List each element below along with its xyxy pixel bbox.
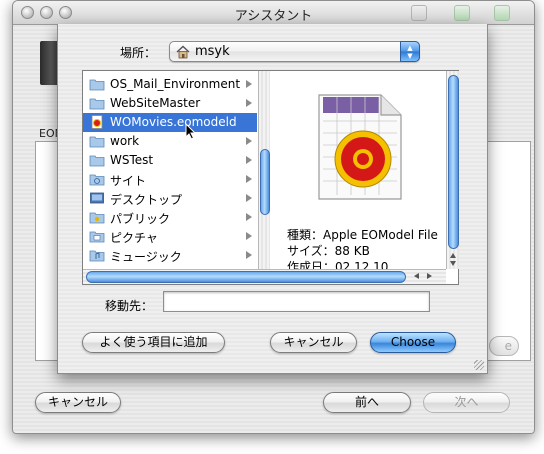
- open-file-sheet: 場所： msyk ▲ ▼ OS_Mail_Environment WebSiteM…: [57, 24, 488, 374]
- add-item-icon: [494, 5, 510, 21]
- horizontal-scrollbar[interactable]: [83, 269, 446, 284]
- eomodel-file-icon: [91, 115, 103, 129]
- resize-grip-icon[interactable]: [474, 360, 484, 370]
- file-info: 種類：Apple EOModel File サイズ：88 KB 作成日：02.1…: [287, 227, 438, 275]
- choose-button[interactable]: Choose: [370, 332, 456, 353]
- scroll-up-arrow-icon[interactable]: [450, 253, 456, 258]
- list-item[interactable]: ミュージック: [83, 246, 257, 265]
- preview-column: 種類：Apple EOModel File サイズ：88 KB 作成日：02.1…: [271, 71, 446, 274]
- list-item[interactable]: サイト: [83, 170, 257, 189]
- desktop-folder-icon: [90, 192, 104, 204]
- scroll-right-arrow-icon[interactable]: [427, 273, 432, 279]
- pictures-folder-icon: [89, 231, 105, 243]
- destination-field[interactable]: [163, 291, 430, 312]
- list-item-selected[interactable]: WOMovies.eomodeld: [83, 113, 257, 132]
- disclosure-arrow-icon: [246, 251, 252, 259]
- file-browser: OS_Mail_Environment WebSiteMaster WOMovi…: [82, 70, 459, 285]
- public-folder-icon: [89, 212, 105, 224]
- popup-arrows-icon: ▲ ▼: [400, 41, 420, 62]
- title-bar: アシスタント: [13, 1, 534, 25]
- mouse-cursor-icon: [185, 123, 197, 140]
- disclosure-arrow-icon: [246, 213, 252, 221]
- back-button[interactable]: 前へ: [323, 392, 411, 413]
- list-item[interactable]: work: [83, 132, 257, 151]
- folder-icon: [89, 79, 105, 91]
- list-item[interactable]: デスクトップ: [83, 189, 257, 208]
- disclosure-arrow-icon: [246, 194, 252, 202]
- scroll-thumb[interactable]: [448, 75, 459, 249]
- eomodel-document-icon: [318, 94, 402, 200]
- scroll-thumb[interactable]: [260, 149, 270, 215]
- add-item-icon: [454, 5, 470, 21]
- file-size: サイズ：88 KB: [287, 244, 370, 258]
- disclosure-arrow-icon: [246, 156, 252, 164]
- list-item[interactable]: WebSiteMaster: [83, 94, 257, 113]
- location-value: msyk: [195, 44, 230, 59]
- folder-icon: [89, 98, 105, 110]
- list-item[interactable]: WSTest: [83, 151, 257, 170]
- next-button[interactable]: 次へ: [423, 392, 510, 413]
- list-item[interactable]: OS_Mail_Environment: [83, 75, 257, 94]
- disclosure-arrow-icon: [246, 232, 252, 240]
- file-list-scrollbar[interactable]: [258, 71, 270, 269]
- file-list-column: OS_Mail_Environment WebSiteMaster WOMovi…: [83, 71, 269, 269]
- list-item[interactable]: ピクチャ: [83, 227, 257, 246]
- location-popup[interactable]: msyk ▲ ▼: [169, 41, 420, 62]
- partial-button[interactable]: e: [489, 336, 519, 356]
- scroll-down-arrow-icon[interactable]: [450, 261, 456, 266]
- disclosure-arrow-icon: [246, 99, 252, 107]
- home-icon: [176, 45, 190, 59]
- file-kind: 種類：Apple EOModel File: [287, 228, 438, 242]
- list-item[interactable]: パブリック: [83, 208, 257, 227]
- scroll-left-arrow-icon[interactable]: [414, 273, 419, 279]
- location-label: 場所：: [120, 46, 157, 60]
- scroll-thumb[interactable]: [86, 271, 406, 283]
- destination-label: 移動先：: [105, 299, 154, 313]
- assistant-cancel-button[interactable]: キャンセル: [35, 392, 121, 413]
- sheet-cancel-button[interactable]: キャンセル: [270, 332, 357, 353]
- sites-folder-icon: [89, 174, 105, 186]
- preview-scrollbar[interactable]: [446, 71, 459, 269]
- add-to-favorites-button[interactable]: よく使う項目に追加: [82, 332, 225, 353]
- folder-icon: [89, 155, 105, 167]
- disclosure-arrow-icon: [246, 137, 252, 145]
- folder-icon: [89, 136, 105, 148]
- disclosure-arrow-icon: [246, 175, 252, 183]
- toolbar-item-icon: [411, 5, 427, 21]
- disclosure-arrow-icon: [246, 80, 252, 88]
- music-folder-icon: [89, 250, 105, 262]
